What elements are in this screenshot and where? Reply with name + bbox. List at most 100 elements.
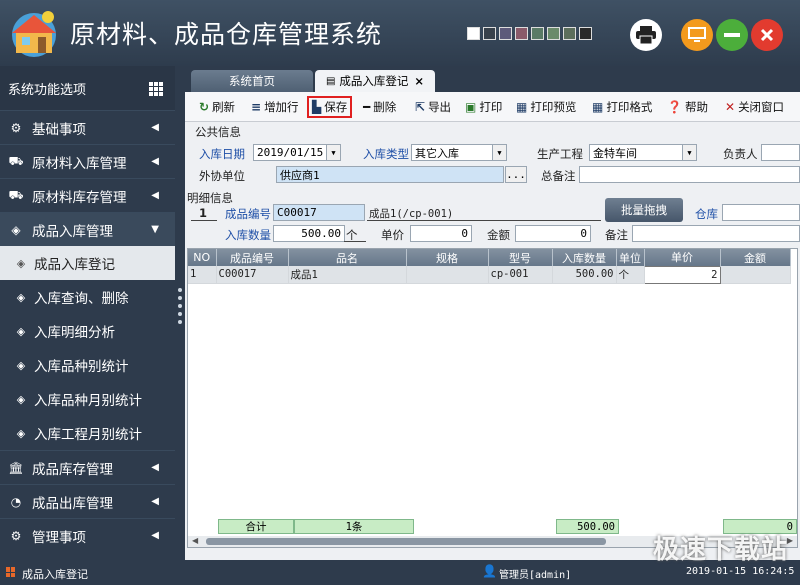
amount-field[interactable]: 0 (515, 225, 591, 242)
sidebar-subitem[interactable]: ◈ 成品入库登记 (0, 246, 175, 280)
grid-menu-icon[interactable] (149, 82, 163, 96)
theme-swatch[interactable] (547, 27, 560, 40)
type-value: 其它入库 (415, 146, 459, 160)
public-info-heading: 公共信息 (195, 125, 241, 139)
table-cell[interactable]: 成品1 (288, 266, 407, 284)
column-header[interactable]: 成品编号 (216, 249, 289, 266)
sidebar-item[interactable]: ⚙ 基础事项 ◀ (0, 110, 175, 144)
cube-icon: ◈ (16, 290, 26, 304)
export-icon: ⇱ (415, 100, 426, 114)
refresh-icon: ↻ (199, 100, 210, 114)
sidebar-item[interactable]: ◔ 成品出库管理 ◀ (0, 484, 175, 518)
column-header[interactable]: 型号 (488, 249, 553, 266)
note-field[interactable] (632, 225, 800, 242)
print-icon[interactable] (630, 19, 662, 51)
sidebar-item[interactable]: ⛟ 原材料入库管理 ◀ (0, 144, 175, 178)
remark-field[interactable] (579, 166, 800, 183)
theme-swatch[interactable] (499, 27, 512, 40)
workshop-value: 金特车间 (593, 146, 637, 160)
sidebar-subitem[interactable]: ◈ 入库品种月别统计 (0, 382, 175, 416)
sidebar-subitem[interactable]: ◈ 入库明细分析 (0, 314, 175, 348)
theme-swatch[interactable] (467, 27, 480, 40)
scrollbar-thumb[interactable] (206, 538, 606, 545)
theme-swatch[interactable] (563, 27, 576, 40)
truck-icon: ⛟ (8, 153, 24, 168)
code-description: 成品1(/cp-001) (369, 208, 454, 220)
sidebar-item[interactable]: ⚙ 管理事项 ◀ (0, 518, 175, 552)
caret-left-icon: ◀ (151, 122, 159, 133)
chevron-down-icon[interactable]: ▼ (492, 145, 506, 160)
workshop-select[interactable]: 金特车间 ▼ (589, 144, 697, 161)
close-window-button[interactable]: ✕ 关闭窗口 (725, 96, 784, 118)
print-preview-button[interactable]: ▦ 打印预览 (516, 96, 576, 118)
delete-button[interactable]: ━ 删除 (363, 96, 396, 118)
monitor-icon[interactable] (681, 19, 713, 51)
close-icon[interactable] (751, 19, 783, 51)
theme-swatch[interactable] (531, 27, 544, 40)
price-field[interactable]: 0 (410, 225, 472, 242)
column-header[interactable]: 入库数量 (552, 249, 617, 266)
theme-swatch[interactable] (579, 27, 592, 40)
chevron-down-icon[interactable]: ▼ (326, 145, 340, 160)
detail-info-heading: 明细信息 (187, 191, 233, 205)
sidebar-splitter[interactable] (175, 66, 185, 560)
tab-close-icon[interactable]: × (414, 74, 424, 88)
printer-icon: ▣ (465, 100, 477, 114)
sidebar-item[interactable]: ◈ 成品入库管理 ▼ (0, 212, 175, 246)
print-format-button[interactable]: ▦ 打印格式 (592, 96, 652, 118)
sidebar-subitem[interactable]: ◈ 入库工程月别统计 (0, 416, 175, 450)
export-button[interactable]: ⇱ 导出 (415, 96, 451, 118)
type-label: 入库类型 (363, 147, 409, 161)
column-header[interactable]: 单价 (644, 249, 721, 266)
tab-inbound-register[interactable]: ▤ 成品入库登记 × (315, 70, 435, 92)
table-row[interactable]: 1 C00017 成品1 cp-001 500.00 个 2 (188, 265, 791, 284)
sidebar-item[interactable]: ⛟ 原材料库存管理 ◀ (0, 178, 175, 212)
delete-label: 删除 (373, 100, 397, 114)
column-header[interactable]: 金额 (720, 249, 791, 266)
table-cell[interactable]: C00017 (216, 266, 289, 284)
help-button[interactable]: ❓ 帮助 (667, 96, 708, 118)
column-header[interactable]: 规格 (406, 249, 489, 266)
sidebar-subitem-label: 入库品种别统计 (34, 359, 129, 375)
minimize-icon[interactable] (716, 19, 748, 51)
column-header[interactable]: 单位 (616, 249, 645, 266)
table-cell[interactable]: 个 (616, 266, 645, 284)
date-field[interactable]: 2019/01/15 ▼ (253, 144, 341, 161)
refresh-button[interactable]: ↻ 刷新 (199, 96, 235, 118)
qty-field[interactable]: 500.00 (273, 225, 345, 242)
code-field[interactable]: C00017 (273, 204, 365, 221)
save-button[interactable]: ▙ 保存 (307, 96, 353, 118)
chevron-down-icon[interactable]: ▼ (682, 145, 696, 160)
sidebar-subitem-label: 入库工程月别统计 (34, 427, 142, 443)
sidebar-menu: ⚙ 基础事项 ◀ ⛟ 原材料入库管理 ◀ ⛟ 原材料库存管理 ◀ ◈ 成品入库管理 ▼… (0, 110, 175, 552)
theme-swatch[interactable] (483, 27, 496, 40)
scroll-left-icon[interactable]: ◀ (192, 536, 198, 545)
table-cell[interactable]: 2 (643, 265, 721, 284)
table-cell[interactable]: 1 (188, 266, 217, 284)
caret-left-icon: ◀ (151, 156, 159, 167)
batch-drag-button[interactable]: 批量拖拽 (605, 198, 683, 222)
table-cell[interactable]: 500.00 (552, 266, 617, 284)
toolbar: ↻ 刷新 ≡ 增加行 ▙ 保存 ━ 删除 ⇱ 导出 ▣ 打印 ▦ 打印预览 ▦ 打印格式 ❓ 帮助… (185, 92, 800, 122)
sidebar-subitem[interactable]: ◈ 入库查询、删除 (0, 280, 175, 314)
add-row-button[interactable]: ≡ 增加行 (251, 96, 299, 118)
table-cell[interactable] (720, 266, 791, 284)
table-cell[interactable]: cp-001 (488, 266, 553, 284)
partner-field[interactable]: 供应商1 (276, 166, 504, 183)
sidebar-item-label: 管理事项 (32, 529, 86, 546)
tab-home[interactable]: 系统首页 (191, 70, 313, 92)
caret-left-icon: ◀ (151, 190, 159, 201)
column-header[interactable]: 品名 (288, 249, 407, 266)
theme-swatch[interactable] (515, 27, 528, 40)
print-button[interactable]: ▣ 打印 (465, 96, 502, 118)
table-cell[interactable] (406, 266, 489, 284)
column-header[interactable]: NO (188, 249, 217, 266)
warehouse-field[interactable] (722, 204, 800, 221)
preview-icon: ▦ (516, 100, 528, 114)
owner-field[interactable] (761, 144, 800, 161)
sidebar-item[interactable]: 🏛 成品库存管理 ◀ (0, 450, 175, 484)
type-select[interactable]: 其它入库 ▼ (411, 144, 507, 161)
sidebar-subitem[interactable]: ◈ 入库品种别统计 (0, 348, 175, 382)
partner-browse-button[interactable]: ... (505, 166, 527, 183)
detail-grid[interactable]: NO 成品编号 品名 规格 型号 入库数量 单位 单价 金额 1 C00017 成品1 cp-001 5… (187, 248, 798, 548)
